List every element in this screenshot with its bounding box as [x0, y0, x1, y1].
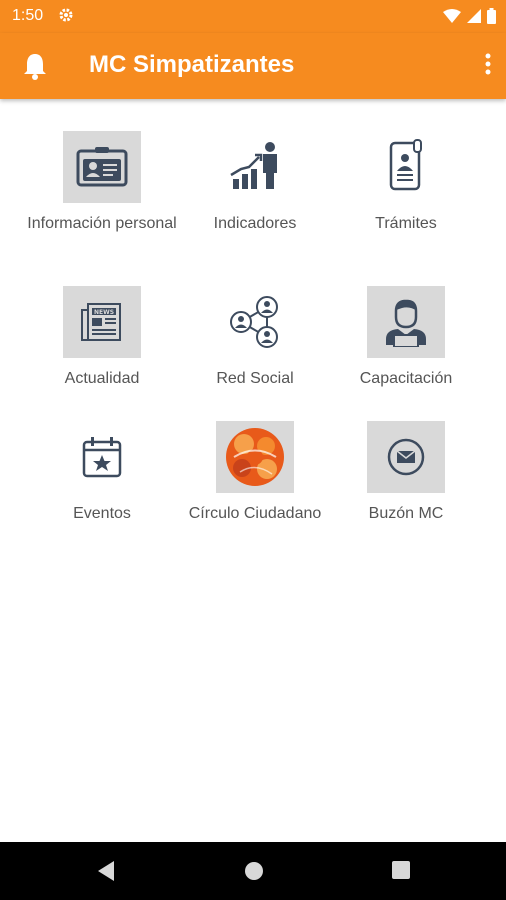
menu-item-eventos[interactable]: Eventos [27, 421, 177, 524]
menu-item-label: Actualidad [64, 370, 140, 387]
menu-item-actualidad[interactable]: NEWS Actualidad [27, 286, 177, 389]
more-vert-icon[interactable] [484, 52, 492, 81]
wifi-icon [443, 9, 461, 28]
menu-item-informacion-personal[interactable]: Información personal [27, 131, 177, 234]
app-title: MC Simpatizantes [89, 51, 295, 78]
chart-person-icon [216, 131, 294, 203]
menu-item-buzon-mc[interactable]: Buzón MC [331, 421, 481, 524]
circle-logo-icon [216, 421, 294, 493]
person-laptop-icon [367, 286, 445, 358]
newspaper-icon: NEWS [63, 286, 141, 358]
system-icons [443, 8, 496, 29]
menu-item-label: Buzón MC [368, 505, 444, 522]
menu-item-label: Indicadores [213, 215, 297, 232]
app-bar: MC Simpatizantes [0, 33, 506, 99]
menu-item-label: Información personal [27, 215, 177, 232]
menu-item-label: Círculo Ciudadano [188, 505, 322, 522]
status-time: 1:50 [12, 7, 44, 24]
svg-text:NEWS: NEWS [94, 309, 114, 316]
status-bar: 1:50 [0, 0, 506, 33]
menu-item-label: Red Social [216, 370, 294, 387]
menu-item-circulo-ciudadano[interactable]: Círculo Ciudadano [180, 421, 330, 524]
recents-icon[interactable] [391, 860, 411, 885]
navigation-bar [0, 842, 506, 900]
back-icon[interactable] [96, 860, 116, 887]
menu-item-capacitacion[interactable]: Capacitación [331, 286, 481, 389]
network-people-icon [216, 286, 294, 358]
battery-icon [487, 8, 496, 29]
menu-item-label: Eventos [73, 505, 131, 522]
calendar-star-icon [63, 421, 141, 493]
phone-id-icon [367, 131, 445, 203]
menu-item-label: Capacitación [359, 370, 453, 387]
mail-icon [367, 421, 445, 493]
menu-item-indicadores[interactable]: Indicadores [180, 131, 330, 234]
settings-gear-icon [58, 7, 74, 28]
menu-item-red-social[interactable]: Red Social [180, 286, 330, 389]
bell-icon[interactable] [22, 52, 48, 85]
menu-item-label: Trámites [375, 215, 437, 232]
signal-icon [467, 9, 481, 28]
menu-item-tramites[interactable]: Trámites [331, 131, 481, 234]
home-icon[interactable] [243, 860, 265, 887]
id-card-icon [63, 131, 141, 203]
